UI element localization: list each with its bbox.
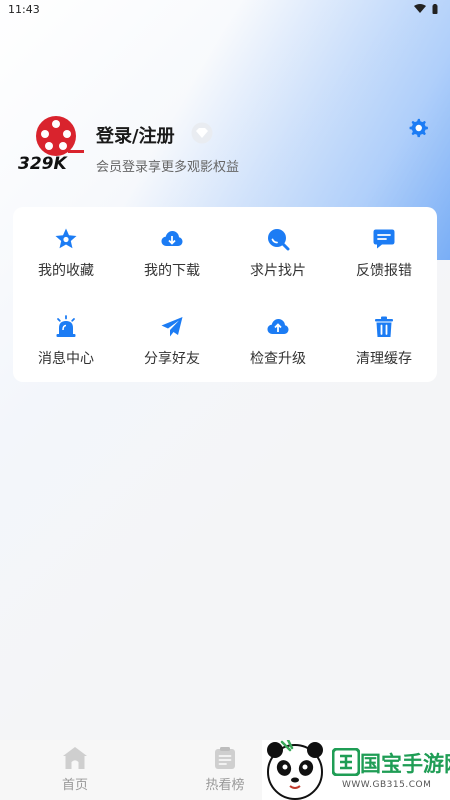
tab-label: 首页 xyxy=(61,778,88,793)
trash-icon xyxy=(375,316,393,337)
menu-item-favorites[interactable]: 我的收藏 xyxy=(13,207,119,295)
settings-gear-icon[interactable] xyxy=(407,117,429,139)
search-icon xyxy=(268,229,290,251)
clipboard-icon xyxy=(215,747,235,769)
app-logo: 329K xyxy=(18,116,84,174)
watermark: 国宝手游网 WWW.GB315.COM xyxy=(262,740,450,800)
tab-label: 热看榜 xyxy=(205,778,245,793)
member-subtitle: 会员登录享更多观影权益 xyxy=(96,160,240,175)
panda-mascot-icon xyxy=(267,740,323,800)
watermark-url: WWW.GB315.COM xyxy=(342,780,432,790)
cloud-download-icon xyxy=(161,231,183,246)
menu-item-check-update[interactable]: 检查升级 xyxy=(225,295,331,383)
profile-header[interactable]: 329K 登录/注册 会员登录享更多观影权益 xyxy=(18,112,438,182)
tab-home[interactable]: 首页 xyxy=(35,746,115,793)
vip-diamond-icon xyxy=(191,122,213,144)
siren-icon xyxy=(56,315,76,337)
menu-item-label: 反馈报错 xyxy=(356,263,412,279)
logo-text: 329K xyxy=(18,154,68,174)
menu-item-feedback[interactable]: 反馈报错 xyxy=(331,207,437,295)
favorite-star-icon xyxy=(55,228,77,249)
menu-item-label: 分享好友 xyxy=(144,351,200,367)
tab-hot-ranking[interactable]: 热看榜 xyxy=(185,746,265,793)
menu-item-share[interactable]: 分享好友 xyxy=(119,295,225,383)
status-bar: 11:43 xyxy=(0,0,450,22)
brand-badge-icon xyxy=(332,748,360,776)
menu-item-clear-cache[interactable]: 清理缓存 xyxy=(331,295,437,383)
paper-plane-icon xyxy=(161,317,183,337)
menu-item-request-movie[interactable]: 求片找片 xyxy=(225,207,331,295)
cloud-upload-icon xyxy=(267,319,289,334)
feedback-chat-icon xyxy=(373,229,395,249)
menu-item-label: 我的收藏 xyxy=(38,263,94,279)
menu-item-label: 我的下载 xyxy=(144,263,200,279)
status-time: 11:43 xyxy=(8,3,40,16)
menu-item-label: 检查升级 xyxy=(250,351,306,367)
watermark-brand: 国宝手游网 xyxy=(360,752,450,776)
battery-icon xyxy=(432,4,438,14)
login-register-label[interactable]: 登录/注册 xyxy=(96,122,175,148)
menu-item-label: 求片找片 xyxy=(250,263,306,279)
home-icon xyxy=(63,747,87,769)
menu-item-downloads[interactable]: 我的下载 xyxy=(119,207,225,295)
wifi-icon xyxy=(414,4,426,13)
menu-item-label: 消息中心 xyxy=(38,351,94,367)
menu-item-label: 清理缓存 xyxy=(356,351,412,367)
function-card: 我的收藏 我的下载 求片找片 反馈报错 消息中心 分享好友 检查升级 清理缓存 xyxy=(13,207,437,382)
menu-item-messages[interactable]: 消息中心 xyxy=(13,295,119,383)
